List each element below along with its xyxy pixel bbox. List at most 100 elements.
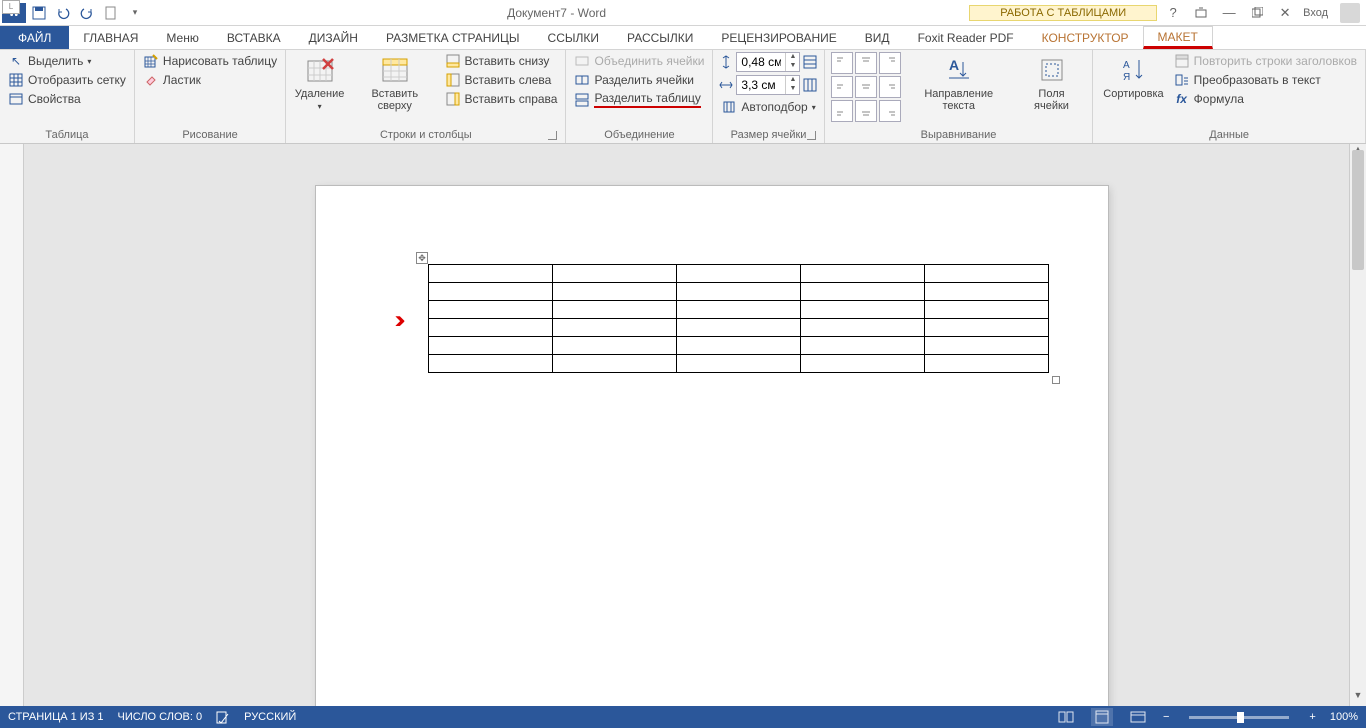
zoom-out-icon[interactable]: −: [1163, 711, 1169, 723]
tab-references[interactable]: ССЫЛКИ: [534, 26, 613, 49]
tab-foxit[interactable]: Foxit Reader PDF: [904, 26, 1028, 49]
group-rows-cols-label: Строки и столбцы: [292, 128, 559, 143]
col-width-icon: [719, 78, 733, 92]
draw-table-button[interactable]: Нарисовать таблицу: [141, 52, 279, 70]
tab-insert[interactable]: ВСТАВКА: [213, 26, 295, 49]
window-title: Документ7 - Word: [144, 6, 969, 20]
minimize-icon[interactable]: —: [1219, 4, 1239, 22]
split-table-button[interactable]: Разделить таблицу: [572, 90, 706, 109]
formula-button[interactable]: fxФормула: [1172, 90, 1359, 108]
cell-margins-icon: [1036, 54, 1068, 86]
table-tools-label: РАБОТА С ТАБЛИЦАМИ: [969, 5, 1157, 21]
insert-below-button[interactable]: Вставить снизу: [443, 52, 560, 70]
qat-undo-icon[interactable]: [54, 4, 72, 22]
distribute-cols-icon[interactable]: [803, 78, 817, 92]
scroll-down-icon[interactable]: ▼: [1350, 690, 1366, 706]
sort-button[interactable]: АЯ Сортировка: [1099, 52, 1167, 102]
group-table-label: Таблица: [6, 128, 128, 143]
insert-left-button[interactable]: Вставить слева: [443, 71, 560, 89]
select-button[interactable]: ↖Выделить ▾: [6, 52, 128, 70]
zoom-slider[interactable]: [1189, 716, 1289, 719]
eraser-icon: [143, 72, 159, 88]
convert-to-text-button[interactable]: Преобразовать в текст: [1172, 71, 1359, 89]
close-icon[interactable]: ✕: [1275, 4, 1295, 22]
tab-home[interactable]: ГЛАВНАЯ: [69, 26, 152, 49]
tab-view[interactable]: ВИД: [851, 26, 904, 49]
insert-above-icon: [379, 54, 411, 86]
tab-design[interactable]: ДИЗАЙН: [295, 26, 372, 49]
properties-icon: [8, 91, 24, 107]
help-icon[interactable]: ?: [1163, 4, 1183, 22]
restore-icon[interactable]: [1247, 4, 1267, 22]
alignment-grid[interactable]: [831, 52, 901, 122]
table-move-handle-icon[interactable]: ✥: [416, 252, 428, 264]
scroll-thumb[interactable]: [1352, 150, 1364, 270]
delete-icon: [304, 54, 336, 86]
zoom-in-icon[interactable]: +: [1309, 711, 1315, 723]
zoom-level[interactable]: 100%: [1330, 711, 1358, 723]
qat-new-icon[interactable]: [102, 4, 120, 22]
ruler-tab-selector[interactable]: L: [2, 0, 20, 14]
formula-icon: fx: [1174, 91, 1190, 107]
tab-menu[interactable]: Меню: [152, 26, 212, 49]
svg-text:Я: Я: [1123, 72, 1130, 83]
view-read-icon[interactable]: [1055, 708, 1077, 726]
insert-right-icon: [445, 91, 461, 107]
repeat-headers-icon: [1174, 53, 1190, 69]
merge-cells-icon: [574, 53, 590, 69]
document-table[interactable]: [428, 264, 1049, 373]
properties-button[interactable]: Свойства: [6, 90, 128, 108]
status-proofing-icon[interactable]: [216, 710, 230, 724]
tab-layout[interactable]: МАКЕТ: [1143, 26, 1213, 49]
view-gridlines-button[interactable]: Отобразить сетку: [6, 71, 128, 89]
tab-file[interactable]: ФАЙЛ: [0, 26, 69, 49]
insert-right-button[interactable]: Вставить справа: [443, 90, 560, 108]
tab-constructor[interactable]: КОНСТРУКТОР: [1028, 26, 1143, 49]
qat-save-icon[interactable]: [30, 4, 48, 22]
tab-mailings[interactable]: РАССЫЛКИ: [613, 26, 707, 49]
text-direction-icon: A: [943, 54, 975, 86]
align-mc-icon: [855, 76, 877, 98]
status-words[interactable]: ЧИСЛО СЛОВ: 0: [118, 711, 203, 723]
group-alignment-label: Выравнивание: [831, 128, 1087, 143]
table-resize-handle-icon[interactable]: [1052, 376, 1060, 384]
user-avatar-icon[interactable]: [1340, 3, 1360, 23]
tab-review[interactable]: РЕЦЕНЗИРОВАНИЕ: [707, 26, 850, 49]
group-draw-label: Рисование: [141, 128, 279, 143]
vertical-scrollbar[interactable]: ▲ ▼: [1349, 144, 1366, 706]
qat-customize-icon[interactable]: ▾: [126, 4, 144, 22]
insert-left-icon: [445, 72, 461, 88]
align-br-icon: [879, 100, 901, 122]
eraser-button[interactable]: Ластик: [141, 71, 279, 89]
row-height-icon: [719, 55, 733, 69]
ribbon-options-icon[interactable]: [1191, 4, 1211, 22]
split-table-icon: [574, 92, 590, 108]
status-lang[interactable]: РУССКИЙ: [244, 711, 296, 723]
document-page[interactable]: ✥ ›: [316, 186, 1108, 706]
split-cells-button[interactable]: Разделить ячейки: [572, 71, 706, 89]
qat-redo-icon[interactable]: [78, 4, 96, 22]
group-merge-label: Объединение: [572, 128, 706, 143]
repeat-headers-button[interactable]: Повторить строки заголовков: [1172, 52, 1359, 70]
signin-label[interactable]: Вход: [1303, 7, 1328, 19]
insert-above-button[interactable]: Вставить сверху: [351, 52, 439, 114]
tab-page-layout[interactable]: РАЗМЕТКА СТРАНИЦЫ: [372, 26, 534, 49]
text-direction-button[interactable]: A Направление текста: [905, 52, 1013, 114]
view-web-icon[interactable]: [1127, 708, 1149, 726]
status-page[interactable]: СТРАНИЦА 1 ИЗ 1: [8, 711, 104, 723]
autofit-button[interactable]: Автоподбор ▾: [719, 98, 817, 116]
autofit-icon: [721, 99, 737, 115]
cell-margins-button[interactable]: Поля ячейки: [1017, 52, 1087, 114]
vertical-ruler[interactable]: [0, 144, 24, 706]
insert-below-icon: [445, 53, 461, 69]
distribute-rows-icon[interactable]: [803, 55, 817, 69]
align-ml-icon: [831, 76, 853, 98]
svg-text:А: А: [1123, 60, 1130, 71]
width-input[interactable]: ▲▼: [736, 75, 800, 95]
merge-cells-button[interactable]: Объединить ячейки: [572, 52, 706, 70]
delete-button[interactable]: Удаление▾: [292, 52, 347, 113]
height-input[interactable]: ▲▼: [736, 52, 800, 72]
annotation-arrow-icon: ›: [394, 304, 406, 333]
align-tr-icon: [879, 52, 901, 74]
view-print-icon[interactable]: [1091, 708, 1113, 726]
